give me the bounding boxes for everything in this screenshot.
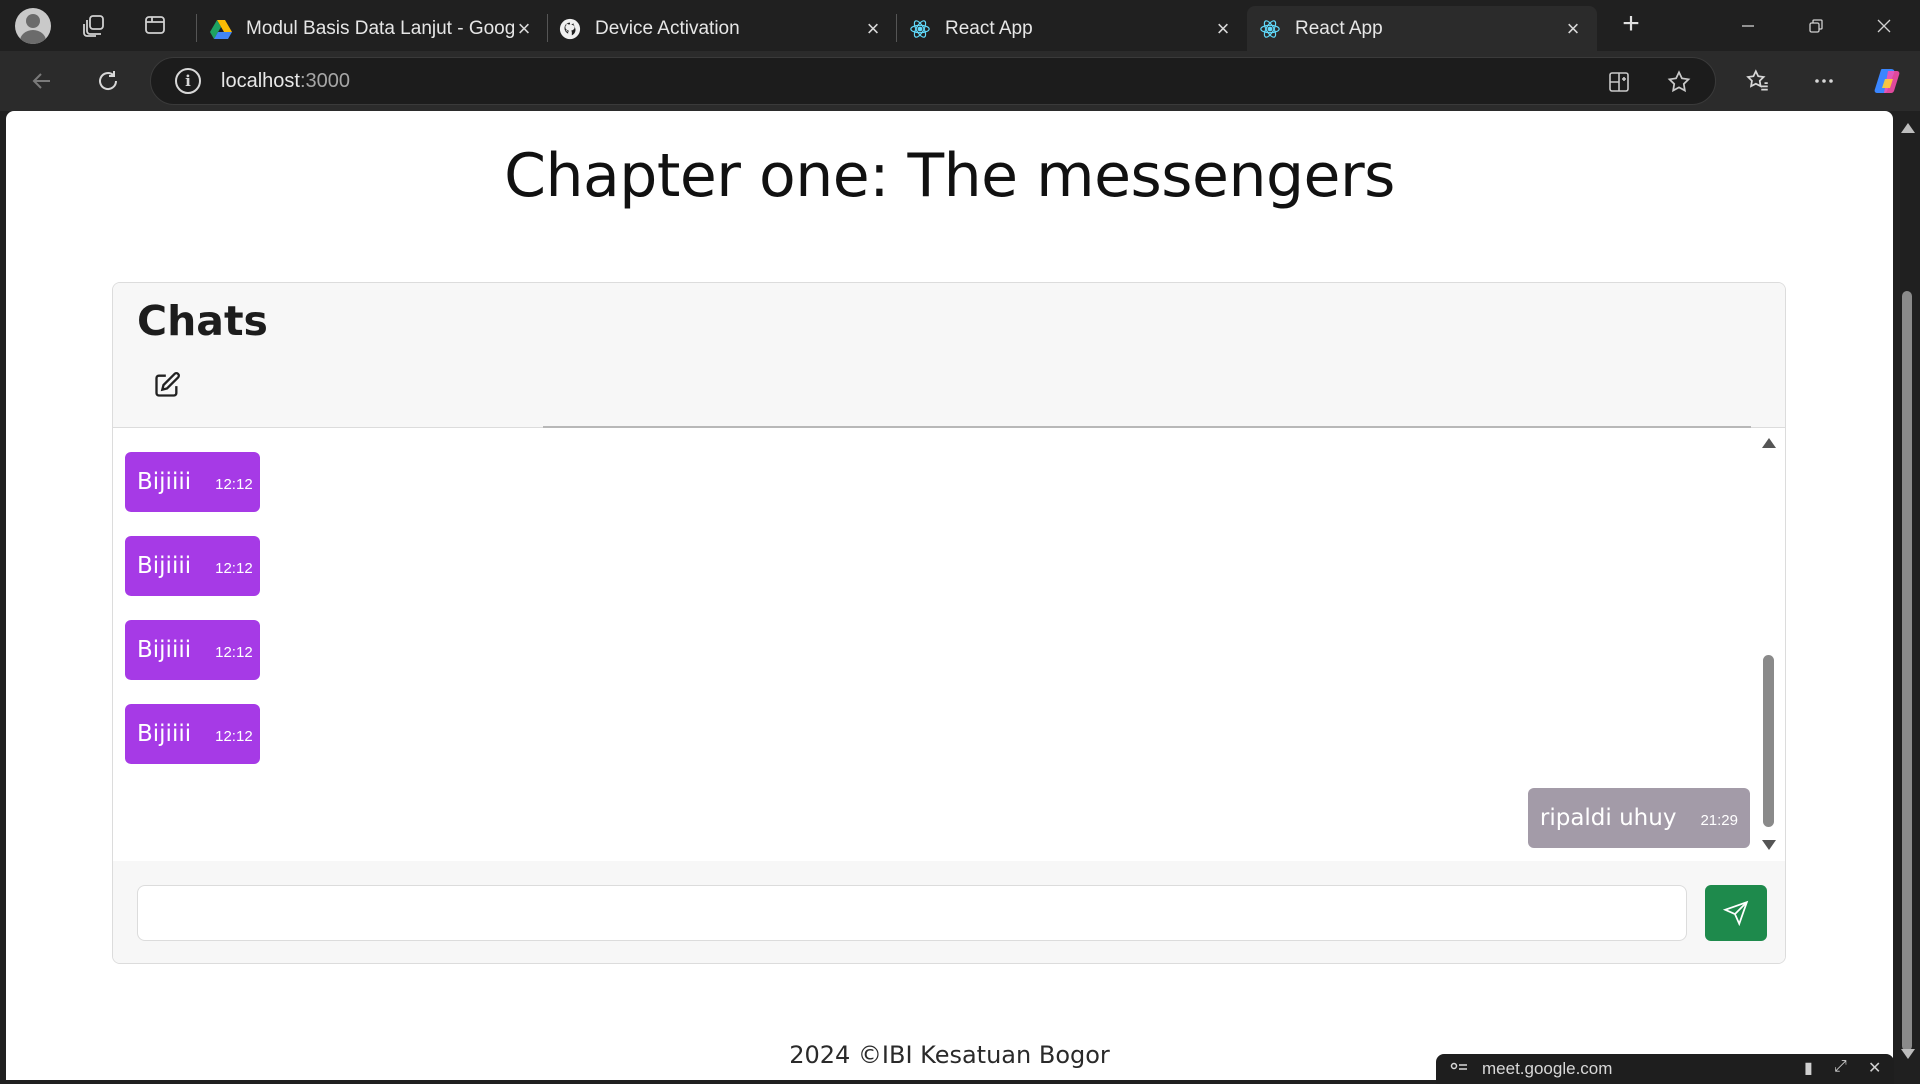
scroll-down-arrow-icon[interactable]	[1901, 1049, 1915, 1059]
message-time: 12:12	[215, 559, 253, 577]
restore-icon[interactable]	[1782, 0, 1850, 51]
new-tab-button[interactable]: +	[1614, 8, 1648, 42]
tab-react-app-1[interactable]: React App ×	[897, 6, 1247, 51]
url-host: localhost	[221, 69, 300, 92]
chat-card: Chats Bijiiii 12:12 Bijiiii 12:12 Bijiii…	[112, 282, 1786, 964]
page-scrollbar[interactable]	[1893, 111, 1920, 1080]
scroll-down-arrow-icon[interactable]	[1762, 840, 1776, 850]
scroll-up-arrow-icon[interactable]	[1762, 438, 1776, 448]
more-options-icon[interactable]	[1804, 61, 1844, 101]
close-popup-icon[interactable]: ✕	[1868, 1058, 1881, 1078]
close-window-icon[interactable]	[1850, 0, 1918, 51]
tab-modul-basis-data[interactable]: Modul Basis Data Lanjut - Googl ×	[198, 6, 548, 51]
minimize-icon[interactable]	[1714, 0, 1782, 51]
edit-compose-icon[interactable]	[153, 371, 181, 399]
page-viewport: Chapter one: The messengers Chats Bijiii…	[6, 111, 1893, 1080]
close-tab-icon[interactable]: ×	[514, 17, 534, 39]
tab-strip: Modul Basis Data Lanjut - Googl × Device…	[0, 0, 1920, 51]
expand-icon[interactable]: ⤢	[1834, 1058, 1847, 1076]
message-text: Bijiiii	[137, 721, 192, 747]
message-bubble-received: Bijiiii 12:12	[125, 452, 260, 512]
favorite-star-icon[interactable]	[1663, 66, 1695, 98]
message-bubble-sent: ripaldi uhuy 21:29	[1527, 788, 1750, 848]
microphone-icon[interactable]: ▮	[1804, 1058, 1813, 1078]
message-text: Bijiiii	[137, 469, 192, 495]
tab-react-app-active[interactable]: React App ×	[1247, 6, 1597, 51]
message-time: 21:29	[1700, 811, 1738, 829]
send-icon	[1723, 900, 1749, 926]
message-text: Bijiiii	[137, 637, 192, 663]
vertical-tabs-icon[interactable]	[137, 7, 173, 43]
message-composer	[113, 861, 1785, 963]
message-bubble-received: Bijiiii 12:12	[125, 536, 260, 596]
scrollbar-thumb[interactable]	[1763, 655, 1774, 827]
message-text: Bijiiii	[137, 553, 192, 579]
app-available-icon[interactable]	[1603, 66, 1635, 98]
tab-title: Modul Basis Data Lanjut - Googl	[246, 17, 514, 39]
message-time: 12:12	[215, 475, 253, 493]
message-text: ripaldi uhuy	[1539, 805, 1677, 831]
tab-title: React App	[945, 17, 1033, 39]
message-input[interactable]	[137, 885, 1687, 941]
back-icon[interactable]	[22, 61, 62, 101]
scrollbar-thumb[interactable]	[1902, 291, 1912, 1051]
address-bar[interactable]: i localhost:3000	[150, 57, 1716, 105]
send-button[interactable]	[1705, 885, 1767, 941]
react-icon	[909, 18, 931, 40]
refresh-icon[interactable]	[88, 61, 128, 101]
participants-icon	[1450, 1062, 1467, 1070]
message-bubble-received: Bijiiii 12:12	[125, 620, 260, 680]
tab-title: React App	[1295, 17, 1383, 39]
favorites-icon[interactable]	[1738, 61, 1778, 101]
copilot-icon[interactable]	[1868, 61, 1908, 101]
messages-scrollbar[interactable]	[1759, 428, 1777, 861]
message-bubble-received: Bijiiii 12:12	[125, 704, 260, 764]
popup-url: meet.google.com	[1482, 1059, 1613, 1078]
url-port: :3000	[299, 69, 350, 92]
tab-separator	[196, 14, 197, 42]
close-tab-icon[interactable]: ×	[1563, 17, 1583, 39]
close-tab-icon[interactable]: ×	[863, 17, 883, 39]
workspaces-icon[interactable]	[76, 7, 112, 43]
site-info-icon[interactable]: i	[175, 68, 201, 94]
tab-device-activation[interactable]: Device Activation ×	[547, 6, 897, 51]
tab-title: Device Activation	[595, 17, 740, 39]
messages-list[interactable]: Bijiiii 12:12 Bijiiii 12:12 Bijiiii 12:1…	[113, 428, 1785, 861]
browser-toolbar: i localhost:3000	[0, 51, 1920, 111]
url-text: localhost:3000	[221, 70, 350, 93]
scroll-up-arrow-icon[interactable]	[1901, 123, 1915, 133]
close-tab-icon[interactable]: ×	[1213, 17, 1233, 39]
message-time: 12:12	[215, 727, 253, 745]
github-icon	[559, 18, 581, 40]
chat-heading: Chats	[137, 297, 268, 345]
react-icon	[1259, 18, 1281, 40]
chat-header: Chats	[113, 283, 1785, 428]
page-title: Chapter one: The messengers	[504, 141, 1395, 211]
message-time: 12:12	[215, 643, 253, 661]
google-drive-icon	[210, 18, 232, 40]
profile-avatar[interactable]	[15, 7, 51, 44]
